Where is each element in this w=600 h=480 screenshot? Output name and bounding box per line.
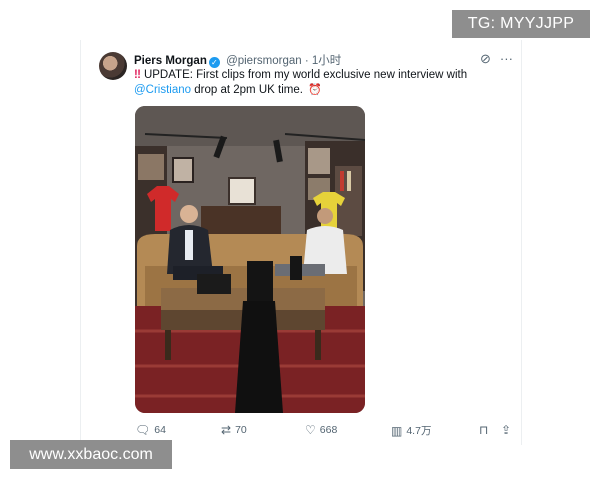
interview-studio-photo <box>135 106 365 413</box>
tweet-text: ‼ UPDATE: First clips from my world exclu… <box>134 68 489 98</box>
reply-icon: 🗨 <box>135 423 151 437</box>
author-avatar[interactable] <box>99 52 127 80</box>
watermark-top: TG: MYYJJPP <box>452 10 590 38</box>
like-icon: ♡ <box>305 423 316 437</box>
like-button[interactable]: ♡ 668 <box>305 423 337 437</box>
tweet-text-line2: drop at 2pm UK time. <box>194 84 303 96</box>
header-actions: ⊘ ··· <box>480 51 522 67</box>
share-icon: ⇪ <box>501 423 512 437</box>
retweet-count: 70 <box>235 424 247 436</box>
author-handle[interactable]: @piersmorgan <box>226 55 302 67</box>
more-icon[interactable]: ··· <box>500 51 513 66</box>
bookmark-icon: ⊓ <box>479 423 489 437</box>
views-count: 4.7万 <box>406 425 432 437</box>
tweet-actions: 🗨 64 ⇄ 70 ♡ 668 ▥ 4.7万 ⊓ ⇪ <box>135 423 520 439</box>
retweet-button[interactable]: ⇄ 70 <box>221 423 247 437</box>
reply-count: 64 <box>154 424 166 436</box>
reply-button[interactable]: 🗨 64 <box>135 423 166 437</box>
verified-badge-icon: ✓ <box>208 57 220 68</box>
tweet-media-photo[interactable] <box>135 106 365 413</box>
grok-icon[interactable]: ⊘ <box>480 51 491 66</box>
tweet-time[interactable]: · 1小时 <box>305 55 341 67</box>
author-name[interactable]: Piers Morgan <box>134 55 207 67</box>
views-button[interactable]: ▥ 4.7万 <box>391 423 431 438</box>
alarm-clock-emoji: ⏰ <box>308 84 322 96</box>
retweet-icon: ⇄ <box>221 423 232 437</box>
double-exclamation-emoji: ‼ <box>134 69 141 81</box>
tweet-text-line1: UPDATE: First clips from my world exclus… <box>143 69 468 81</box>
share-button[interactable]: ⇪ <box>501 423 511 437</box>
like-count: 668 <box>319 424 338 436</box>
bookmark-button[interactable]: ⊓ <box>479 423 488 437</box>
watermark-bottom: www.xxbaoc.com <box>10 440 172 469</box>
views-icon: ▥ <box>391 423 403 438</box>
mention-link[interactable]: @Cristiano <box>134 84 191 96</box>
tweet-header: Piers Morgan ✓ @piersmorgan · 1小时 <box>134 52 341 68</box>
